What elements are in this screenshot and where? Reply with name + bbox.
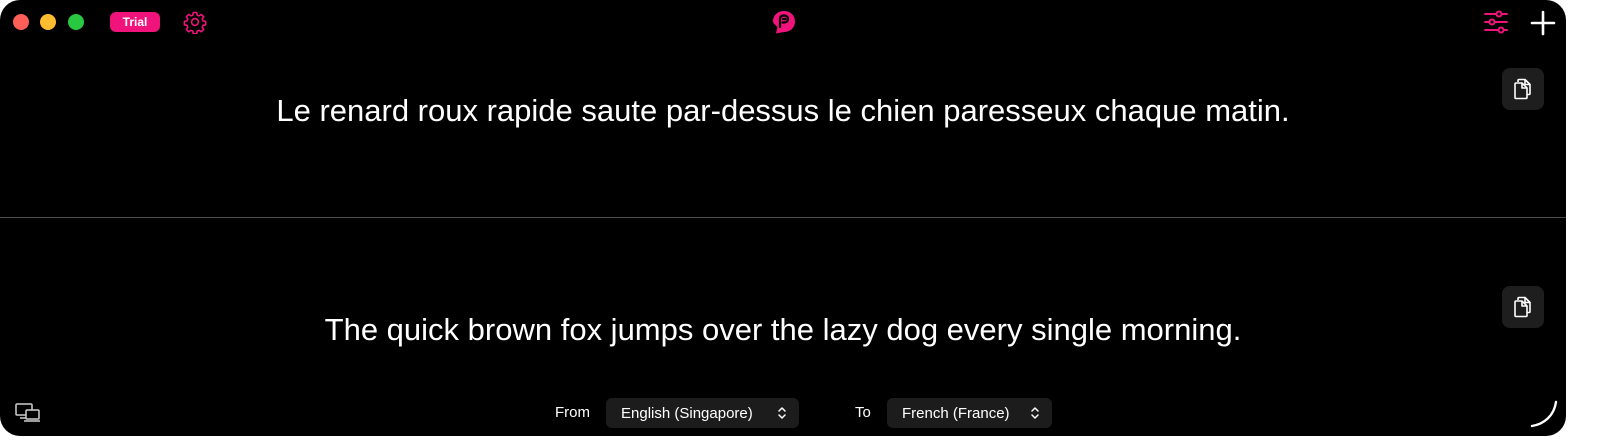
app-logo	[770, 8, 798, 36]
devices-icon	[15, 403, 40, 422]
settings-button[interactable]	[183, 10, 207, 34]
copy-source-button[interactable]	[1502, 68, 1544, 110]
gear-icon	[183, 11, 207, 34]
to-language-value: French (France)	[902, 404, 1010, 422]
copy-icon	[1514, 78, 1531, 100]
sliders-icon	[1484, 10, 1508, 34]
to-language-select[interactable]: French (France)	[887, 398, 1052, 428]
source-text[interactable]: Le renard roux rapide saute par-dessus l…	[0, 93, 1566, 129]
copy-icon	[1514, 296, 1531, 318]
from-label: From	[555, 404, 590, 421]
from-language-select[interactable]: English (Singapore)	[606, 398, 799, 428]
from-language-value: English (Singapore)	[621, 404, 753, 422]
app-logo-icon	[773, 11, 795, 34]
trial-badge[interactable]: Trial	[110, 12, 160, 32]
window-close-button[interactable]	[13, 14, 29, 30]
target-text[interactable]: The quick brown fox jumps over the lazy …	[0, 312, 1566, 348]
resize-corner-icon	[1530, 400, 1558, 428]
plus-icon	[1530, 10, 1556, 36]
window-minimize-button[interactable]	[40, 14, 56, 30]
to-label: To	[855, 404, 871, 421]
filters-button[interactable]	[1482, 9, 1510, 35]
add-button[interactable]	[1528, 8, 1558, 38]
app-window: Trial Le renard roux rapide saute par-de…	[0, 0, 1566, 436]
chevron-up-down-icon	[778, 407, 786, 419]
pane-divider[interactable]	[0, 217, 1566, 218]
resize-handle[interactable]	[1528, 398, 1560, 430]
copy-target-button[interactable]	[1502, 286, 1544, 328]
window-zoom-button[interactable]	[68, 14, 84, 30]
devices-button[interactable]	[14, 400, 42, 424]
chevron-up-down-icon	[1031, 407, 1039, 419]
